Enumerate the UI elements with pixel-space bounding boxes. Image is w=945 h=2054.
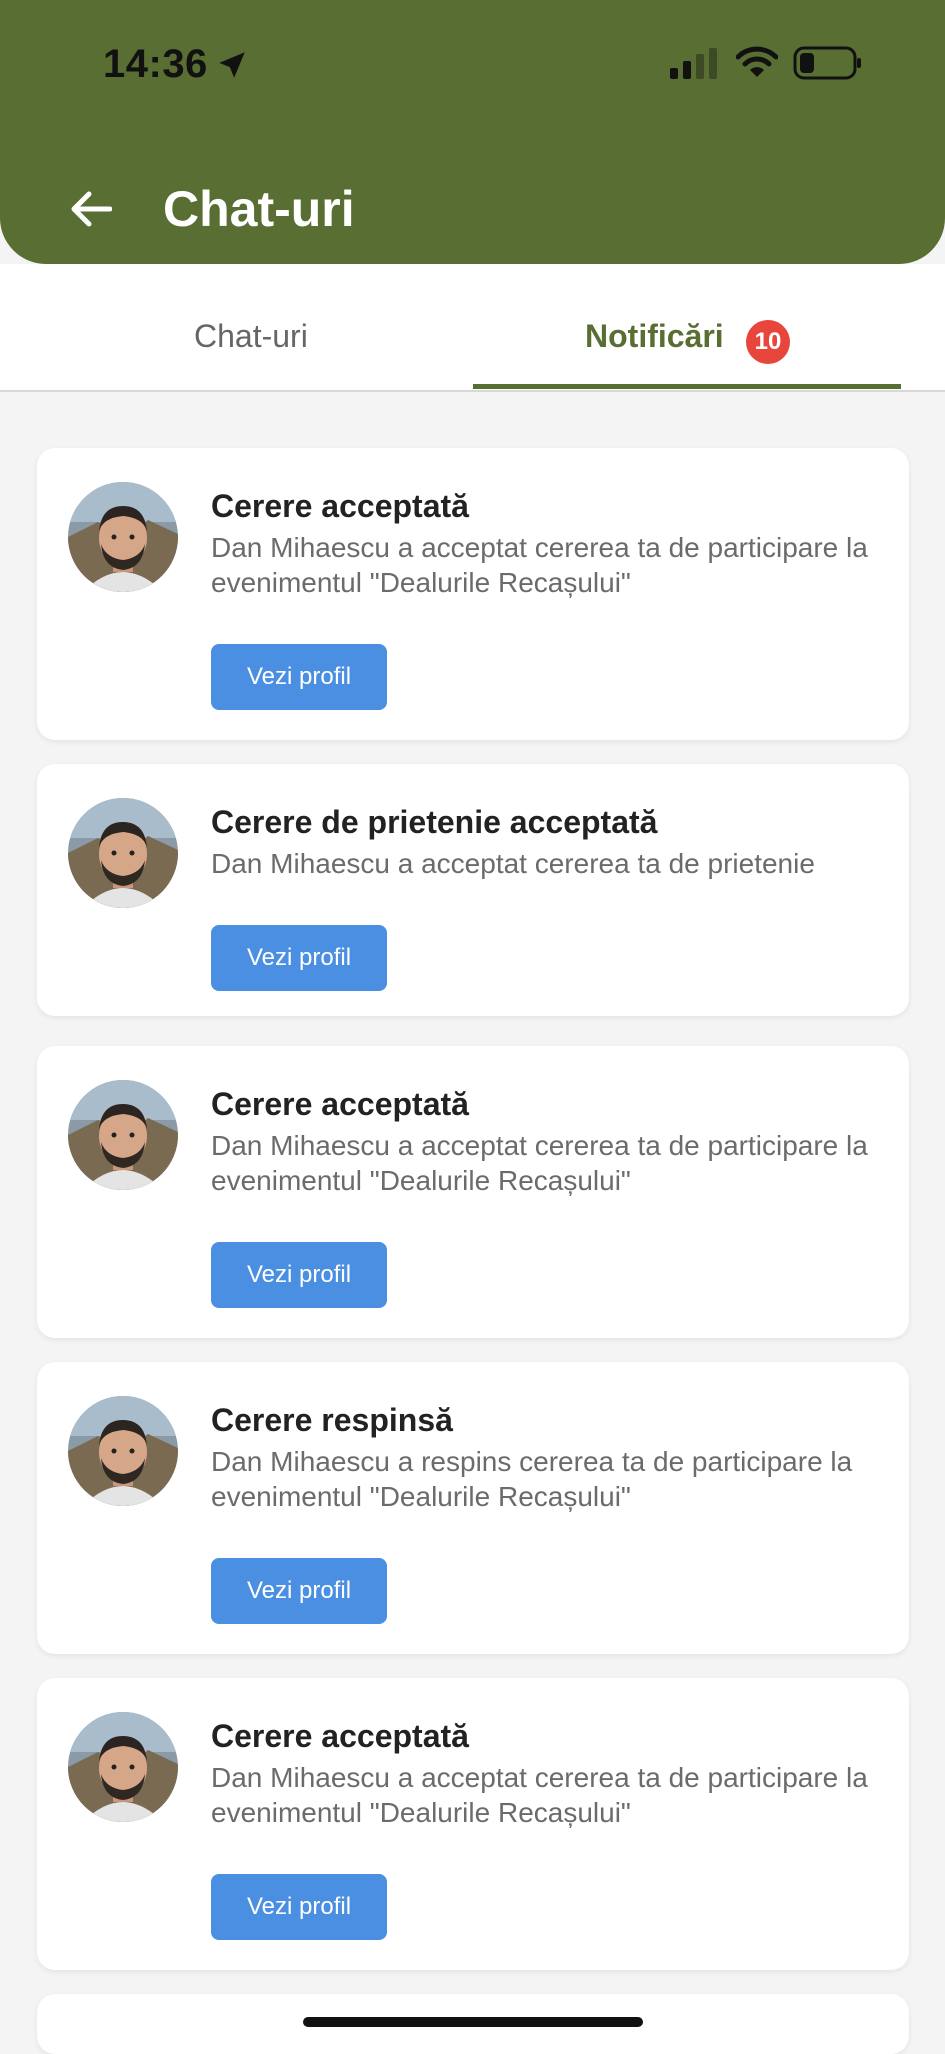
notification-card: Cerere acceptată Dan Mihaescu a acceptat… [37,448,909,740]
avatar [68,1712,178,1822]
notification-card: Cerere acceptată Dan Mihaescu a acceptat… [37,1046,909,1338]
notification-message: Dan Mihaescu a acceptat cererea ta de pa… [211,532,868,598]
avatar [68,798,178,908]
notification-title: Cerere acceptată [211,1718,469,1754]
avatar [68,1396,178,1506]
notification-message: Dan Mihaescu a acceptat cererea ta de pr… [211,848,815,879]
app-header: 14:36 Chat-uri [0,0,945,264]
view-profile-button[interactable]: Vezi profil [211,644,387,710]
back-button[interactable] [66,184,116,234]
notification-title: Cerere acceptată [211,1086,469,1122]
view-profile-button[interactable]: Vezi profil [211,1242,387,1308]
notification-title: Cerere de prietenie acceptată [211,804,658,840]
notifications-count-badge: 10 [746,320,790,364]
notification-title: Cerere acceptată [211,488,469,524]
wifi-icon [736,46,778,77]
tab-bar: Chat-uri Notificări 10 [0,264,945,392]
view-profile-button[interactable]: Vezi profil [211,1874,387,1940]
avatar [68,482,178,592]
battery-icon [793,46,861,80]
notification-message: Dan Mihaescu a respins cererea ta de par… [211,1446,853,1512]
avatar [68,1080,178,1190]
notification-message: Dan Mihaescu a acceptat cererea ta de pa… [211,1130,868,1196]
notification-message: Dan Mihaescu a acceptat cererea ta de pa… [211,1762,868,1828]
cellular-signal-icon [670,48,717,79]
notification-title: Cerere respinsă [211,1402,453,1438]
view-profile-button[interactable]: Vezi profil [211,1558,387,1624]
active-tab-indicator [473,384,901,389]
page-title: Chat-uri [163,181,355,237]
status-time: 14:36 [103,42,208,86]
tab-chats[interactable]: Chat-uri [194,318,308,355]
notification-card: Cerere respinsă Dan Mihaescu a respins c… [37,1362,909,1654]
location-arrow-icon [219,52,245,78]
view-profile-button[interactable]: Vezi profil [211,925,387,991]
tab-notifications[interactable]: Notificări [585,318,724,355]
home-indicator [303,2017,643,2027]
notification-card: Cerere de prietenie acceptată Dan Mihaes… [37,764,909,1016]
notification-card: Cerere acceptată Dan Mihaescu a acceptat… [37,1678,909,1970]
arrow-left-icon [71,191,112,227]
